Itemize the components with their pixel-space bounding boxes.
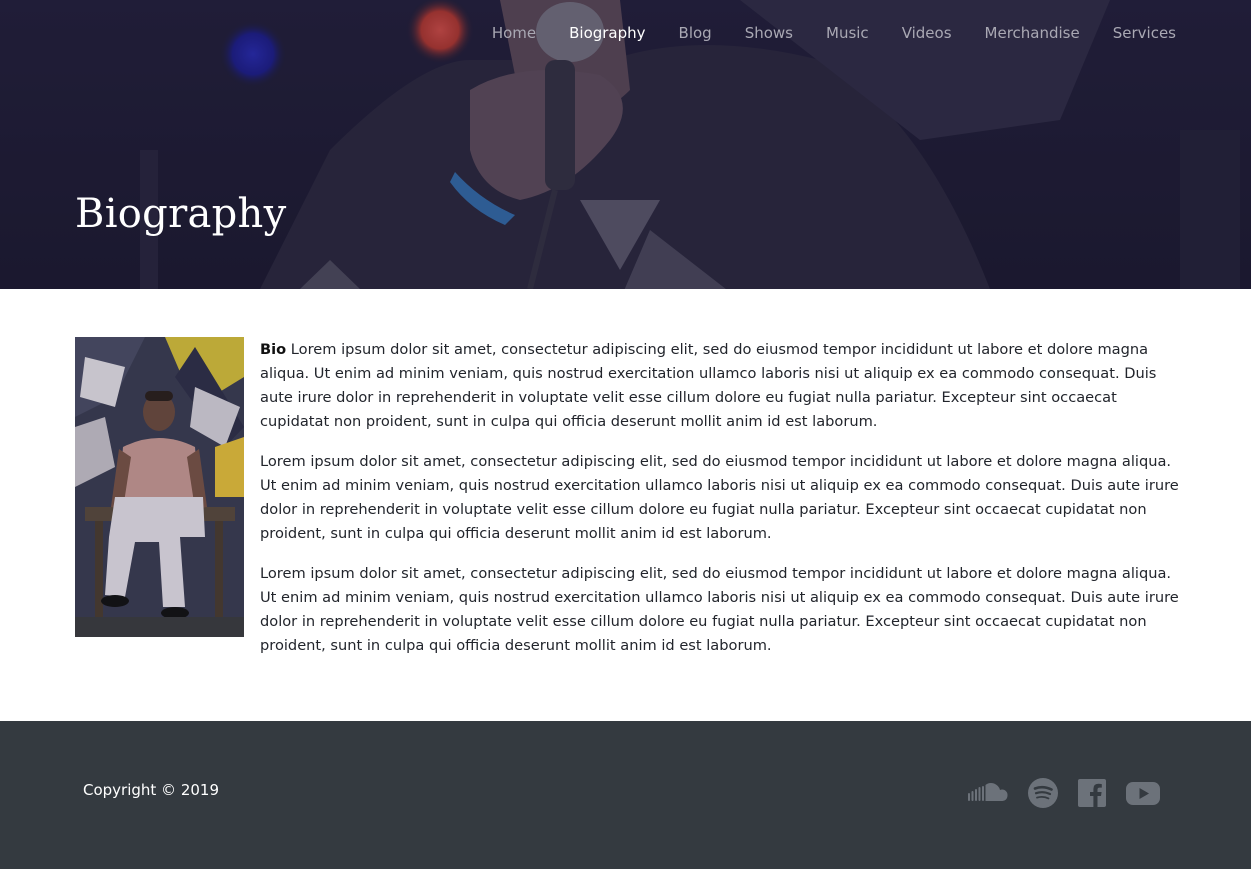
soundcloud-icon[interactable] — [967, 777, 1009, 809]
youtube-icon[interactable] — [1125, 777, 1161, 809]
bio-paragraph-2: Lorem ipsum dolor sit amet, consectetur … — [260, 453, 1179, 542]
biography-section: Bio Lorem ipsum dolor sit amet, consecte… — [0, 289, 1251, 721]
bio-lead-label: Bio — [260, 341, 287, 358]
nav-link-music[interactable]: Music — [826, 23, 869, 43]
artist-photo — [75, 337, 244, 637]
social-links — [949, 777, 1161, 809]
bio-paragraph-3: Lorem ipsum dolor sit amet, consectetur … — [260, 565, 1179, 654]
spotify-icon[interactable] — [1027, 777, 1059, 809]
copyright-text: Copyright © 2019 — [83, 781, 220, 799]
main-navigation: Home Biography Blog Shows Music Videos M… — [459, 0, 1251, 66]
nav-link-merchandise[interactable]: Merchandise — [985, 23, 1080, 43]
page-title: Biography — [75, 191, 287, 237]
site-footer: Copyright © 2019 — [0, 721, 1251, 869]
nav-link-shows[interactable]: Shows — [745, 23, 793, 43]
nav-link-services[interactable]: Services — [1113, 23, 1176, 43]
nav-link-videos[interactable]: Videos — [902, 23, 952, 43]
bio-text: Bio Lorem ipsum dolor sit amet, consecte… — [260, 338, 1190, 674]
bio-paragraph-1: Bio Lorem ipsum dolor sit amet, consecte… — [260, 338, 1190, 434]
nav-link-home[interactable]: Home — [492, 23, 536, 43]
nav-link-biography[interactable]: Biography — [569, 23, 645, 43]
bio-paragraph-1-text: Lorem ipsum dolor sit amet, consectetur … — [260, 341, 1157, 430]
nav-link-blog[interactable]: Blog — [679, 23, 712, 43]
hero-header: Home Biography Blog Shows Music Videos M… — [0, 0, 1251, 289]
facebook-icon[interactable] — [1077, 777, 1107, 809]
